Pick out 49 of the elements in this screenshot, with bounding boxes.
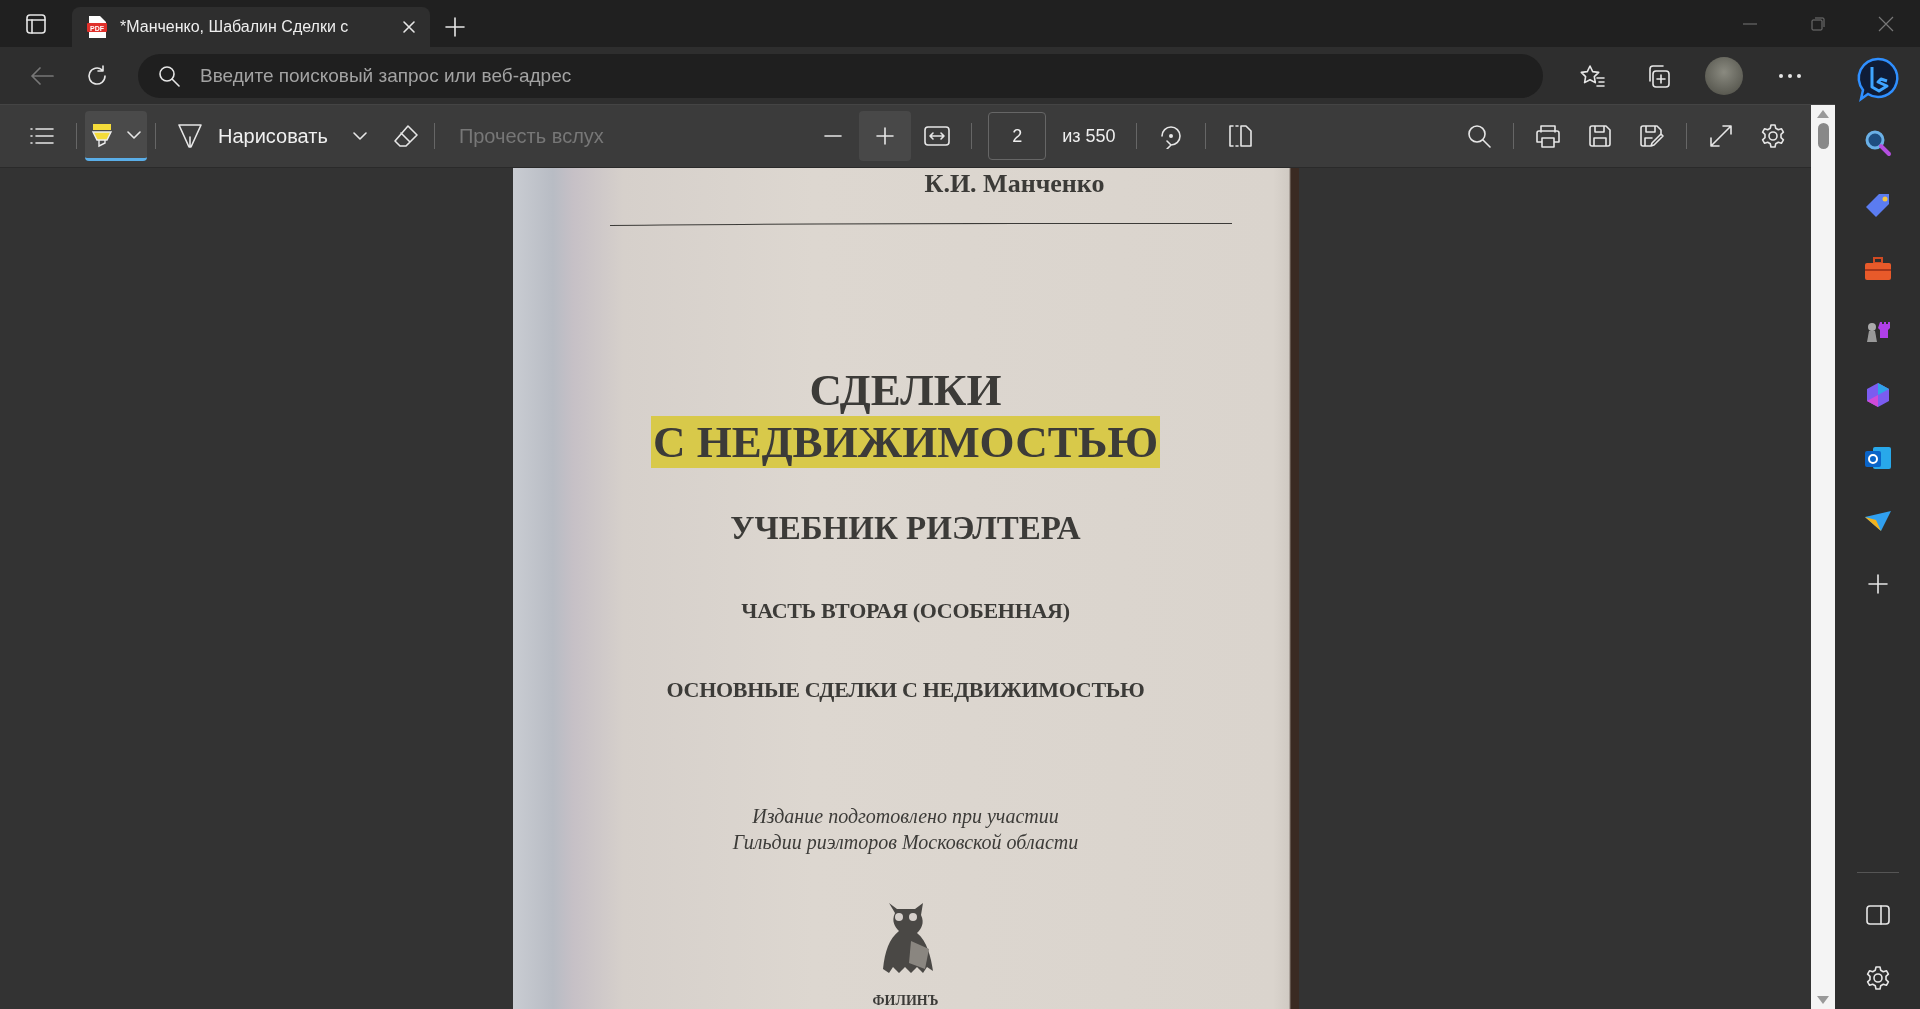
- contents-list-icon[interactable]: [30, 127, 54, 145]
- add-icon[interactable]: [1867, 573, 1888, 594]
- zoom-in-button[interactable]: [859, 111, 912, 161]
- new-tab-icon[interactable]: [445, 17, 465, 37]
- back-arrow-icon[interactable]: [30, 65, 54, 86]
- tab-title: *Манченко, Шабалин Сделки с: [120, 18, 350, 36]
- save-icon[interactable]: [1588, 124, 1612, 148]
- search-icon[interactable]: [1467, 124, 1491, 148]
- highlight-button[interactable]: [85, 111, 147, 161]
- paper-plane-icon[interactable]: [1863, 508, 1892, 533]
- more-icon[interactable]: [1779, 73, 1801, 78]
- pen-nib-icon: [178, 123, 202, 149]
- book-subtitle: УЧЕБНИК РИЭЛТЕРА: [730, 510, 1081, 547]
- book-section: ОСНОВНЫЕ СДЕЛКИ С НЕДВИЖИМОСТЬЮ: [666, 677, 1145, 703]
- scroll-up-icon[interactable]: [1816, 109, 1830, 119]
- favorites-icon[interactable]: [1579, 63, 1605, 88]
- draw-button[interactable]: Нарисовать: [164, 113, 334, 159]
- page-view-icon[interactable]: [1227, 125, 1252, 147]
- eraser-icon[interactable]: [392, 124, 419, 148]
- edition-note-line: Издание подготовлено при участии: [751, 804, 1060, 829]
- sidebar-panel-icon[interactable]: [1865, 904, 1890, 925]
- chevron-down-icon[interactable]: [352, 132, 367, 140]
- scrollbar-thumb[interactable]: [1817, 123, 1829, 149]
- scrollbar[interactable]: [1811, 105, 1835, 1009]
- refresh-icon[interactable]: [85, 63, 109, 88]
- search-icon: [158, 64, 180, 87]
- book-title-line: СДЕЛКИ: [808, 364, 1003, 416]
- search-icon[interactable]: [1863, 128, 1892, 157]
- toolbox-icon[interactable]: [1863, 255, 1892, 282]
- settings-icon[interactable]: [1864, 964, 1891, 991]
- tab-actions-icon[interactable]: [25, 12, 47, 35]
- expand-icon[interactable]: [1709, 124, 1733, 148]
- print-icon[interactable]: [1535, 124, 1561, 148]
- book-part: ЧАСТЬ ВТОРАЯ (ОСОБЕННАЯ): [741, 598, 1070, 624]
- author-name: К.И. Манченко: [924, 169, 1105, 199]
- page-number-field[interactable]: 2: [988, 112, 1047, 160]
- edition-note-line: Гильдии риэлторов Московской области: [732, 830, 1079, 855]
- profile-avatar[interactable]: [1705, 56, 1743, 95]
- plus-icon: [876, 127, 895, 145]
- publisher-name: ФИЛИНЪ: [872, 993, 939, 1009]
- chevron-down-icon[interactable]: [127, 130, 141, 139]
- address-bar[interactable]: Введите поисковый запрос или веб-адрес: [138, 53, 1543, 98]
- scroll-down-icon[interactable]: [1816, 995, 1830, 1005]
- restore-icon[interactable]: [1811, 16, 1825, 31]
- save-as-icon[interactable]: [1639, 124, 1665, 148]
- fit-width-icon[interactable]: [924, 126, 951, 146]
- highlighter-icon: [91, 121, 113, 148]
- settings-icon[interactable]: [1760, 123, 1786, 149]
- page-total: из 550: [1062, 125, 1116, 147]
